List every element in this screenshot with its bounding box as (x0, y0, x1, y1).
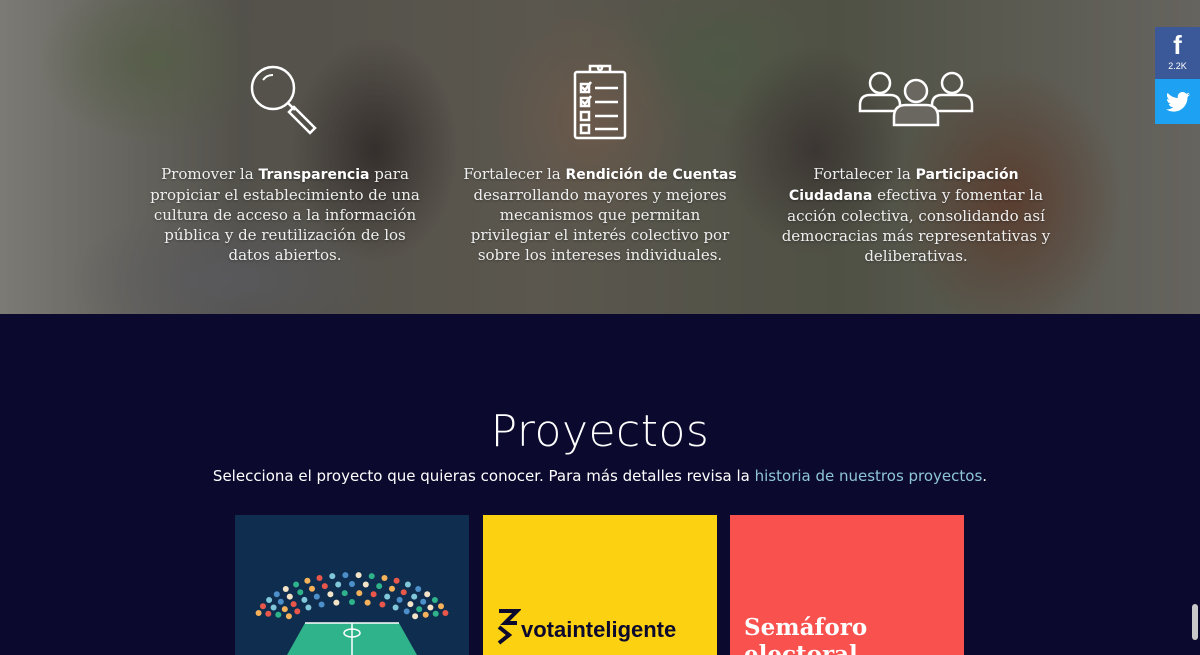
pillar-text: Fortalecer la Participación Ciudadana ef… (781, 165, 1051, 265)
facebook-icon: f (1173, 30, 1182, 60)
clipboard-checklist-icon (460, 62, 740, 142)
project-card-congreso[interactable] (235, 515, 469, 655)
semaforo-label: Semáforo electoral (744, 614, 868, 655)
social-share-bar: f 2.2K (1155, 27, 1200, 124)
votainteligente-label: votainteligente (521, 617, 677, 642)
twitter-share-button[interactable] (1155, 79, 1200, 124)
pillar-rendicion: Fortalecer la Rendición de Cuentas desar… (460, 62, 740, 265)
people-group-icon (776, 62, 1056, 142)
parliament-field-icon (255, 572, 449, 655)
scrollbar-thumb[interactable] (1192, 604, 1198, 640)
project-card-semaforo[interactable]: Semáforo electoral (730, 515, 964, 655)
pillar-text: Fortalecer la Rendición de Cuentas desar… (463, 165, 737, 264)
facebook-share-button[interactable]: f 2.2K (1155, 27, 1200, 79)
pillar-transparencia: Promover la Transparencia para propiciar… (145, 62, 425, 265)
projects-section: Proyectos Selecciona el proyecto que qui… (0, 314, 1200, 655)
pillar-text: Promover la Transparencia para propiciar… (150, 165, 420, 264)
magnifier-icon (145, 62, 425, 142)
project-card-votainteligente[interactable]: votainteligente (483, 515, 717, 655)
facebook-share-count: 2.2K (1168, 61, 1187, 71)
hero-banner: Promover la Transparencia para propiciar… (0, 0, 1200, 314)
projects-history-link[interactable]: historia de nuestros proyectos (755, 467, 983, 485)
pillar-participacion: Fortalecer la Participación Ciudadana ef… (776, 62, 1056, 266)
projects-title: Proyectos (490, 406, 710, 457)
projects-intro: Selecciona el proyecto que quieras conoc… (212, 467, 988, 485)
twitter-icon (1165, 91, 1190, 112)
